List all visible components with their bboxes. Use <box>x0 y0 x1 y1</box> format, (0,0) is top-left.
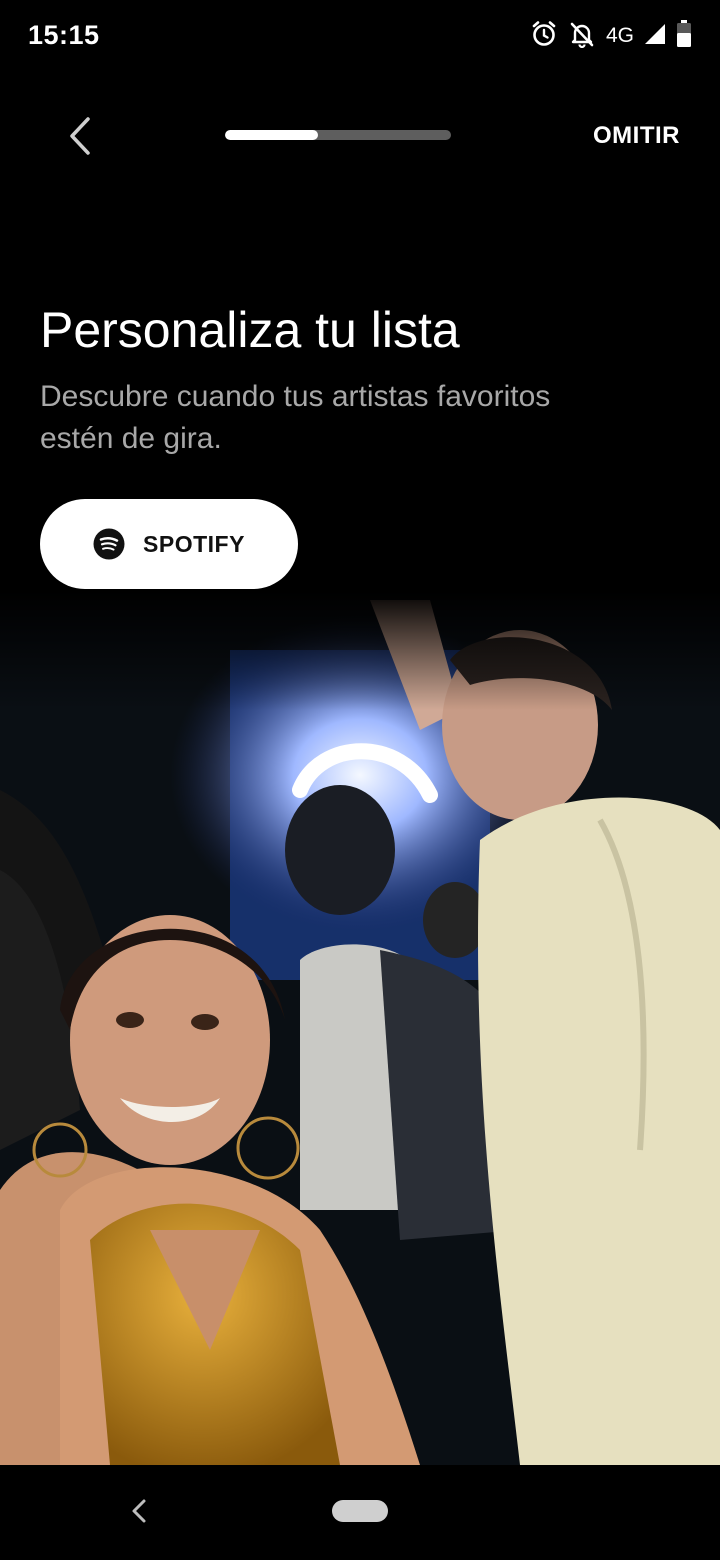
spotify-icon <box>93 528 125 560</box>
skip-button[interactable]: OMITIR <box>593 122 680 150</box>
connect-spotify-button[interactable]: SPOTIFY <box>40 499 298 589</box>
status-bar: 15:15 4G <box>0 0 720 72</box>
system-navigation-bar <box>0 1465 720 1560</box>
alarm-icon <box>530 20 558 53</box>
onboarding-top-bar: OMITIR <box>0 96 720 176</box>
concert-photo-illustration <box>0 590 720 1465</box>
network-type-label: 4G <box>605 24 634 47</box>
status-icons: 4G <box>530 19 692 53</box>
status-time: 15:15 <box>28 20 100 50</box>
connect-spotify-label: SPOTIFY <box>143 530 245 557</box>
hero-photo <box>0 590 720 1465</box>
home-pill-icon[interactable] <box>332 1500 388 1522</box>
nav-back-button[interactable] <box>122 1493 158 1529</box>
battery-icon <box>676 19 692 53</box>
page-title: Personaliza tu lista <box>40 302 460 358</box>
page-subtitle: Descubre cuando tus artistas favoritos e… <box>40 380 551 455</box>
onboarding-progress-bar <box>225 130 451 140</box>
notifications-off-icon <box>568 20 596 53</box>
nav-back-icon <box>132 1499 146 1523</box>
signal-icon <box>644 23 666 50</box>
onboarding-progress-fill <box>225 130 318 140</box>
back-button[interactable] <box>56 112 104 160</box>
chevron-left-icon <box>70 117 90 155</box>
